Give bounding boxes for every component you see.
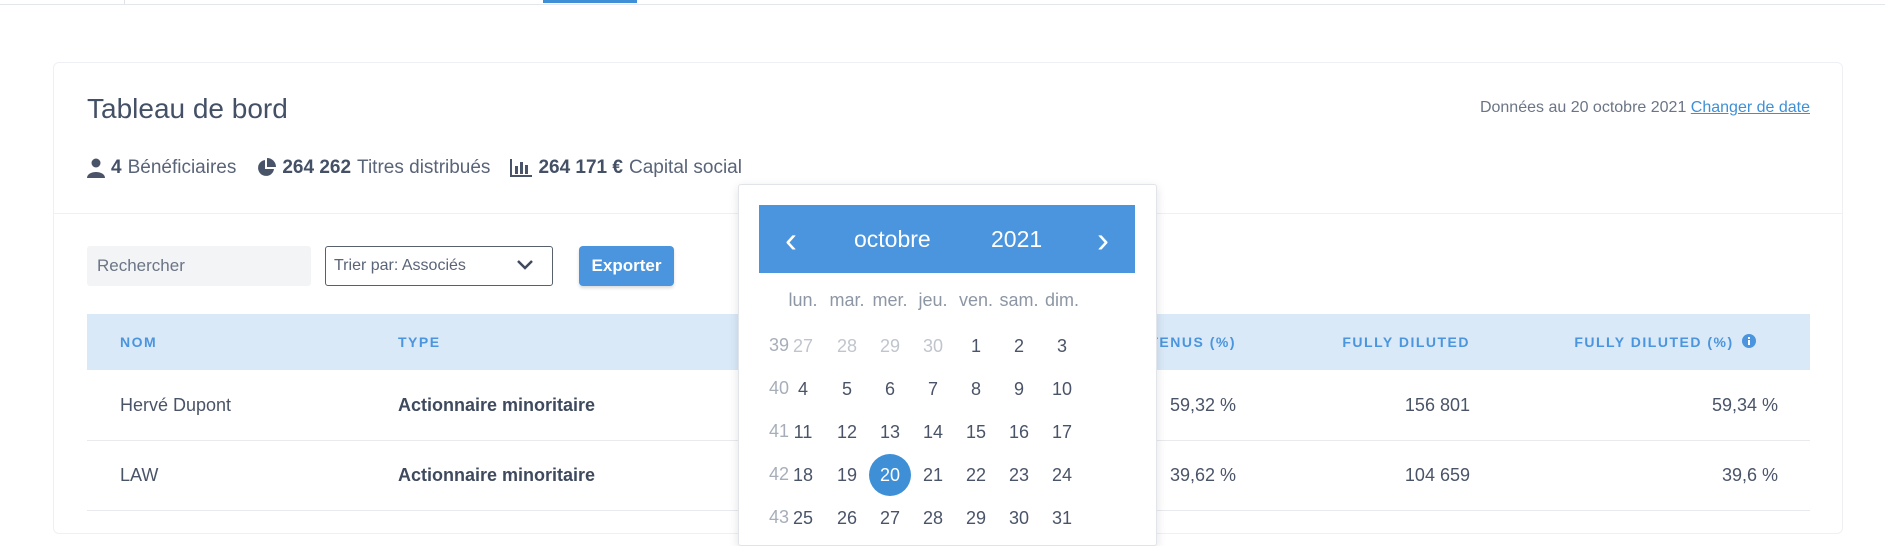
- weekday-label: lun.: [788, 290, 818, 310]
- cell-name: Hervé Dupont: [120, 395, 232, 415]
- calendar-header: ‹ octobre 2021 ›: [759, 205, 1135, 273]
- calendar-day[interactable]: 23: [998, 454, 1040, 496]
- weekday-label: ven.: [958, 290, 994, 310]
- change-date-link[interactable]: Changer de date: [1691, 99, 1810, 116]
- weekday-label: jeu.: [918, 290, 948, 310]
- calendar-day[interactable]: 28: [826, 325, 868, 367]
- sort-select[interactable]: Trier par: Associés: [325, 246, 553, 286]
- column-header-type[interactable]: TYPE: [398, 314, 441, 370]
- cell-fully-diluted-pct: 39,6 %: [1721, 465, 1778, 485]
- calendar-day[interactable]: 19: [826, 454, 868, 496]
- calendar-day[interactable]: 7: [912, 368, 954, 410]
- stat-label: Titres distribués: [357, 157, 491, 178]
- weekday-label: dim.: [1044, 290, 1079, 310]
- calendar-year[interactable]: 2021: [991, 205, 1042, 273]
- stat-share-capital: 264 171 € Capital social: [510, 157, 742, 179]
- calendar-day[interactable]: 13: [869, 411, 911, 453]
- calendar-day[interactable]: 24: [1041, 454, 1083, 496]
- cell-fully-diluted: 104 659: [1404, 465, 1470, 485]
- column-header-held-pct[interactable]: TENUS (%): [1149, 314, 1236, 370]
- bar-chart-icon: [510, 159, 533, 177]
- chevron-down-icon: [517, 260, 533, 270]
- calendar-day[interactable]: 9: [998, 368, 1040, 410]
- previous-month-button[interactable]: ‹: [785, 205, 797, 275]
- calendar-day[interactable]: 15: [955, 411, 997, 453]
- calendar-day[interactable]: 29: [869, 325, 911, 367]
- calendar-day[interactable]: 1: [955, 325, 997, 367]
- calendar-day[interactable]: 14: [912, 411, 954, 453]
- calendar-day[interactable]: 18: [782, 454, 824, 496]
- cell-held-pct: 39,62 %: [1169, 465, 1236, 485]
- cell-name: LAW: [120, 465, 159, 485]
- calendar-day[interactable]: 25: [782, 497, 824, 539]
- cell-fully-diluted: 156 801: [1404, 395, 1470, 415]
- calendar-day[interactable]: 16: [998, 411, 1040, 453]
- stats-summary: 4 Bénéficiaires 264 262 Titres distribué…: [87, 157, 762, 179]
- calendar-day[interactable]: 3: [1041, 325, 1083, 367]
- calendar-day[interactable]: 17: [1041, 411, 1083, 453]
- calendar-day[interactable]: 11: [782, 411, 824, 453]
- column-header-fully-diluted-pct[interactable]: FULLY DILUTED (%): [1574, 314, 1758, 370]
- calendar-day[interactable]: 5: [826, 368, 868, 410]
- calendar-day[interactable]: 4: [782, 368, 824, 410]
- cell-type: Actionnaire minoritaire: [398, 395, 596, 415]
- calendar-day[interactable]: 27: [869, 497, 911, 539]
- cell-type: Actionnaire minoritaire: [398, 465, 596, 485]
- stat-label: Bénéficiaires: [127, 157, 237, 178]
- calendar-day[interactable]: 2: [998, 325, 1040, 367]
- search-input[interactable]: Rechercher: [87, 246, 311, 286]
- calendar-day[interactable]: 28: [912, 497, 954, 539]
- column-header-name[interactable]: NOM: [120, 314, 157, 370]
- calendar-day[interactable]: 8: [955, 368, 997, 410]
- calendar-month[interactable]: octobre: [854, 205, 931, 273]
- calendar-day[interactable]: 22: [955, 454, 997, 496]
- stat-beneficiaries: 4 Bénéficiaires: [87, 157, 236, 179]
- calendar-day[interactable]: 12: [826, 411, 868, 453]
- weekday-label: mar.: [829, 290, 865, 310]
- next-month-button[interactable]: ›: [1097, 205, 1109, 275]
- weekday-label: sam.: [999, 290, 1039, 310]
- user-icon: [87, 158, 105, 178]
- calendar-day[interactable]: 6: [869, 368, 911, 410]
- calendar-day[interactable]: 30: [998, 497, 1040, 539]
- page-title: Tableau de bord: [87, 93, 288, 124]
- calendar-day[interactable]: 29: [955, 497, 997, 539]
- active-tab-indicator: [543, 0, 637, 3]
- stat-value: 264 262: [282, 157, 352, 178]
- calendar-day[interactable]: 30: [912, 325, 954, 367]
- nav-separator: [124, 0, 125, 4]
- stat-value: 4: [111, 157, 122, 178]
- stat-distributed-shares: 264 262 Titres distribués: [256, 157, 490, 179]
- info-icon[interactable]: [1742, 334, 1756, 348]
- cell-held-pct: 59,32 %: [1169, 395, 1236, 415]
- data-date-info: Données au 20 octobre 2021 Changer de da…: [1480, 99, 1810, 117]
- column-header-fully-diluted[interactable]: FULLY DILUTED: [1342, 314, 1470, 370]
- top-navigation-bar: [0, 0, 1885, 5]
- calendar-day[interactable]: 31: [1041, 497, 1083, 539]
- date-picker-popup: ‹ octobre 2021 › lun. mar. mer. jeu. ven. sam…: [738, 184, 1157, 546]
- calendar-day[interactable]: 10: [1041, 368, 1083, 410]
- weekday-label: mer.: [872, 290, 908, 310]
- column-header-label: FULLY DILUTED (%): [1574, 334, 1734, 350]
- calendar-day[interactable]: 26: [826, 497, 868, 539]
- calendar-day[interactable]: 21: [912, 454, 954, 496]
- cell-fully-diluted-pct: 59,34 %: [1711, 395, 1778, 415]
- stat-label: Capital social: [628, 157, 742, 178]
- calendar-day[interactable]: 27: [782, 325, 824, 367]
- calendar-day[interactable]: 20: [869, 454, 911, 496]
- export-button[interactable]: Exporter: [579, 246, 674, 286]
- sort-select-label: Trier par: Associés: [334, 257, 466, 274]
- pie-chart-icon: [258, 158, 277, 176]
- data-date-text: Données au 20 octobre 2021: [1479, 99, 1687, 116]
- stat-value: 264 171 €: [538, 157, 623, 178]
